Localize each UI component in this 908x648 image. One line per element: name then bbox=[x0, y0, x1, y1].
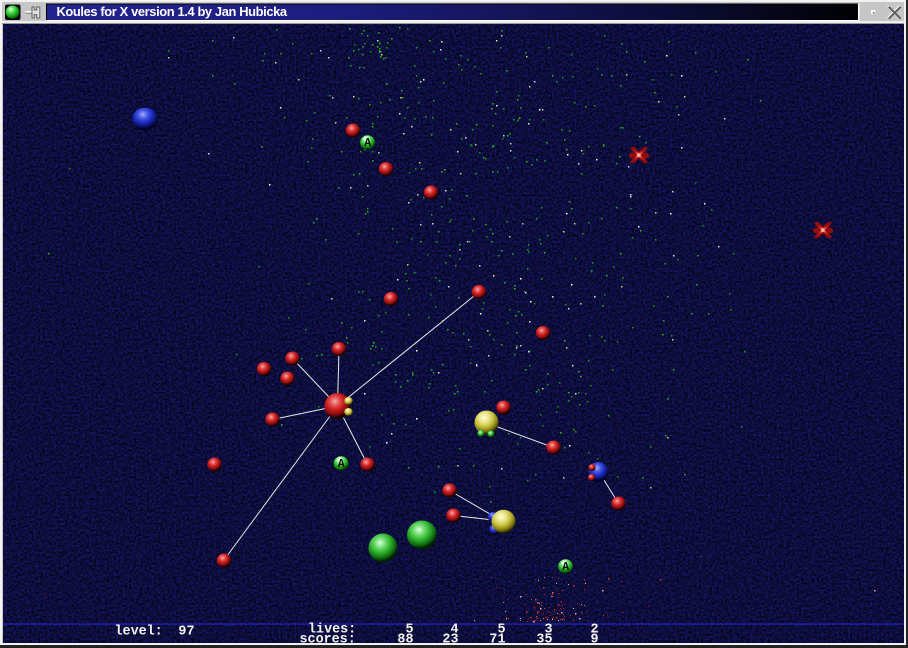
svg-text:88: 88 bbox=[397, 633, 413, 644]
svg-text:71: 71 bbox=[489, 633, 505, 644]
svg-text:A: A bbox=[338, 458, 345, 471]
svg-text:A: A bbox=[562, 561, 569, 574]
svg-text:23: 23 bbox=[442, 633, 458, 644]
svg-text:scores:: scores: bbox=[300, 633, 356, 644]
svg-text:97: 97 bbox=[178, 625, 194, 640]
svg-text:9: 9 bbox=[590, 633, 598, 644]
svg-text:level:: level: bbox=[115, 625, 163, 640]
svg-text:A: A bbox=[364, 137, 371, 150]
svg-text:35: 35 bbox=[536, 633, 552, 644]
svg-text:Koules for X version 1.4 by Ja: Koules for X version 1.4 by Jan Hubicka bbox=[57, 4, 288, 19]
